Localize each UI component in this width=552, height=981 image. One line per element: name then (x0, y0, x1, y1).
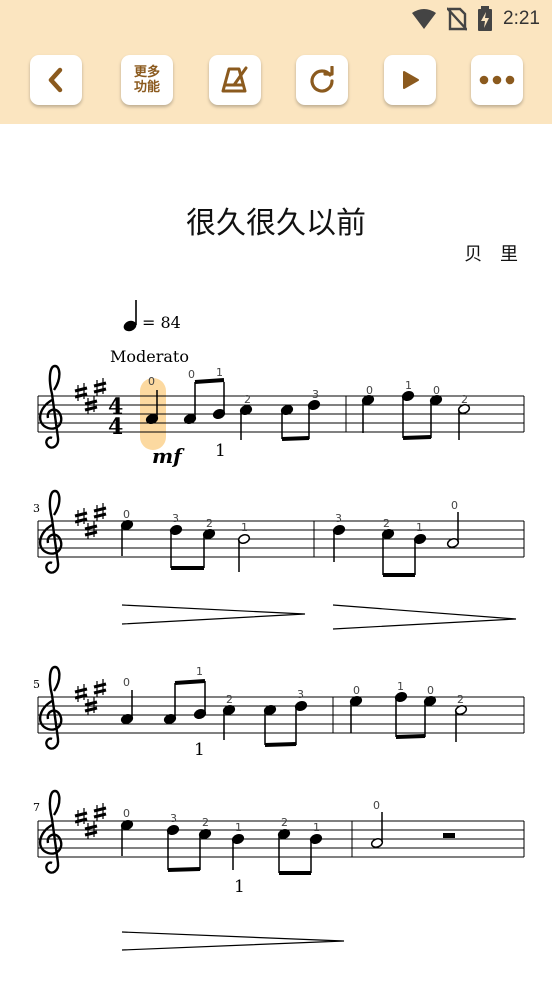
measure-number: 5 (33, 678, 40, 691)
measure-number: 7 (33, 801, 40, 814)
fingering: 2 (244, 393, 251, 406)
dynamic-mark: mf (152, 444, 185, 468)
fingering: 0 (148, 375, 155, 388)
fingering: 0 (451, 499, 458, 512)
fingering: 2 (461, 393, 468, 406)
fingering: 2 (383, 517, 390, 530)
system-2: 3 0 3 2 1 3 2 1 0 (33, 489, 525, 630)
fingering: 1 (235, 821, 242, 834)
string-mark: 1 (215, 441, 226, 461)
tempo-value: = 84 (142, 313, 181, 332)
fingering: 2 (226, 693, 233, 706)
decrescendo-hairpin (121, 931, 345, 951)
fingering: 3 (170, 812, 177, 825)
fingering: 1 (241, 521, 248, 534)
fingering: 0 (123, 807, 130, 820)
score-notation[interactable]: = 84 Moderato 4 4 0 0 1 2 3 0 1 0 2 1 mf… (0, 0, 552, 981)
fingering: 3 (335, 512, 342, 525)
measure-number: 3 (33, 502, 40, 515)
system-3: 5 0 1 2 3 0 1 0 2 1 (33, 665, 525, 760)
string-mark: 1 (234, 877, 245, 897)
fingering: 0 (427, 684, 434, 697)
string-mark: 1 (194, 740, 205, 760)
fingering: 2 (281, 816, 288, 829)
fingering: 0 (366, 384, 373, 397)
system-4: 7 0 3 2 1 2 1 0 1 (33, 789, 525, 951)
decrescendo-hairpin (121, 604, 517, 630)
fingering: 2 (202, 816, 209, 829)
fingering: 1 (405, 379, 412, 392)
fingering: 1 (216, 366, 223, 379)
fingering: 3 (312, 388, 319, 401)
fingering: 1 (416, 521, 423, 534)
fingering: 0 (433, 384, 440, 397)
fingering: 1 (313, 821, 320, 834)
fingering: 0 (188, 368, 195, 381)
tempo-marking: = 84 Moderato (110, 300, 189, 366)
fingering: 1 (397, 680, 404, 693)
time-signature-bottom: 4 (108, 414, 123, 440)
tempo-text: Moderato (110, 347, 189, 366)
fingering: 0 (353, 684, 360, 697)
fingering: 2 (457, 693, 464, 706)
fingering: 0 (123, 676, 130, 689)
fingering: 3 (172, 512, 179, 525)
fingering: 0 (123, 508, 130, 521)
fingering: 0 (373, 799, 380, 812)
fingering: 1 (196, 665, 203, 678)
fingering: 3 (297, 688, 304, 701)
fingering: 2 (206, 517, 213, 530)
system-1: = 84 Moderato 4 4 0 0 1 2 3 0 1 0 2 1 mf (37, 300, 525, 468)
